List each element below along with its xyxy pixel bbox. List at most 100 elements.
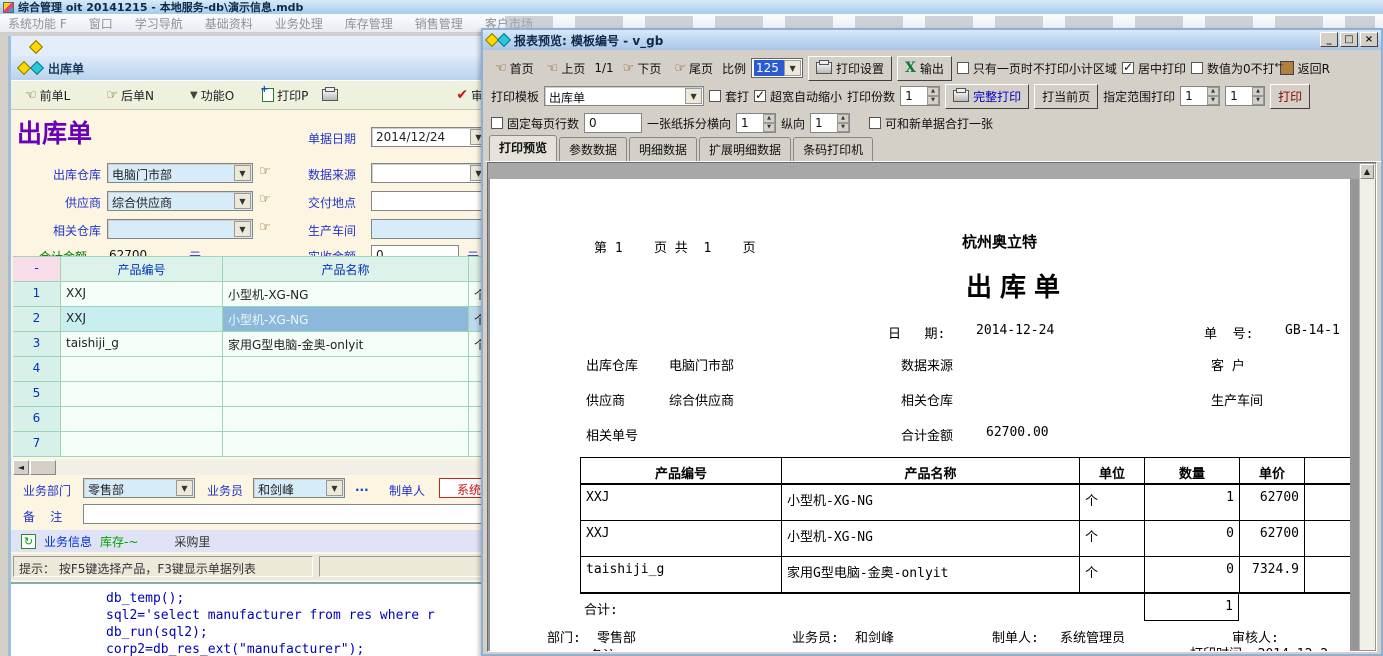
business-info-link[interactable]: 业务信息 — [44, 533, 92, 550]
preview-viewport[interactable]: 第 1 页 共 1 页 杭州奥立特 出库单 日 期: 2014-12-24 单 … — [487, 162, 1377, 652]
refresh-icon[interactable]: ↻ — [21, 534, 36, 549]
cell-name[interactable] — [223, 432, 469, 457]
scale-select[interactable]: 125 ▼ — [751, 58, 803, 78]
grid-row-5[interactable]: 5 — [13, 382, 523, 407]
tab-print-preview[interactable]: 打印预览 — [489, 135, 557, 161]
checkbox-icon[interactable] — [491, 117, 503, 129]
menu-window[interactable]: 窗口 — [89, 15, 113, 32]
scroll-left-arrow-icon[interactable]: ◄ — [13, 460, 29, 475]
spin-down-icon[interactable]: ▼ — [1252, 96, 1264, 105]
grid-col-rownum[interactable]: - — [13, 256, 61, 282]
spin-up-icon[interactable]: ▲ — [837, 114, 849, 123]
grid-row-2-selected[interactable]: 2 XXJ 小型机-XG-NG 个 — [13, 307, 523, 332]
grid-row-7[interactable]: 7 — [13, 432, 523, 457]
copies-stepper[interactable]: 1▲▼ — [900, 86, 940, 106]
spin-down-icon[interactable]: ▼ — [927, 96, 939, 105]
maximize-button[interactable]: □ — [1340, 32, 1358, 47]
cell-code[interactable]: XXJ — [61, 282, 223, 307]
next-doc-button[interactable]: ☞ 后单N — [102, 85, 158, 106]
rel-wh-select[interactable]: ▼ — [107, 219, 253, 239]
dropdown-arrow-icon[interactable]: ▼ — [784, 60, 801, 76]
fixed-rows-option[interactable]: 固定每页行数 — [491, 115, 579, 132]
menu-system[interactable]: 系统功能 F — [8, 15, 67, 32]
prev-doc-button[interactable]: ☜ 前单L — [21, 85, 74, 106]
scroll-up-arrow-icon[interactable]: ▲ — [1360, 164, 1374, 179]
cell-name[interactable] — [223, 357, 469, 382]
auto-shrink-option[interactable]: 超宽自动缩小 — [754, 88, 842, 105]
script-code-panel[interactable]: db_temp(); sql2='select manufacturer fro… — [11, 582, 523, 656]
dropdown-arrow-icon[interactable]: ▼ — [234, 221, 251, 237]
checkbox-icon[interactable] — [869, 117, 881, 129]
full-print-button[interactable]: 完整打印 — [945, 84, 1029, 109]
tab-extended-detail-data[interactable]: 扩展明细数据 — [699, 137, 791, 161]
no-subtotal-option[interactable]: 只有一页时不打印小计区域 — [957, 60, 1117, 77]
export-button[interactable]: X输出 — [897, 56, 952, 81]
dropdown-arrow-icon[interactable]: ▼ — [234, 165, 251, 181]
cell-name[interactable] — [223, 407, 469, 432]
dropdown-arrow-icon[interactable]: ▼ — [685, 88, 702, 104]
hand-pointer-icon[interactable]: ☞ — [259, 192, 271, 207]
print-current-page-button[interactable]: 打当前页 — [1034, 84, 1098, 109]
spin-down-icon[interactable]: ▼ — [837, 123, 849, 132]
grid-row-1[interactable]: 1 XXJ 小型机-XG-NG 个 — [13, 282, 523, 307]
next-page-button[interactable]: ☞下页 — [619, 58, 666, 79]
prev-page-button[interactable]: ☜上页 — [543, 58, 590, 79]
out-wh-select[interactable]: 电脑门市部 ▼ — [107, 163, 253, 183]
spin-down-icon[interactable]: ▼ — [763, 123, 775, 132]
spin-up-icon[interactable]: ▲ — [763, 114, 775, 123]
print-setup-button[interactable]: 打印设置 — [808, 56, 892, 81]
grid-col-name[interactable]: 产品名称 — [223, 256, 469, 282]
grid-row-4[interactable]: 4 — [13, 357, 523, 382]
dropdown-arrow-icon[interactable]: ▼ — [176, 480, 193, 496]
merge-new-option[interactable]: 可和新单据合打一张 — [869, 115, 993, 132]
spin-up-icon[interactable]: ▲ — [1207, 87, 1219, 96]
cell-name[interactable]: 小型机-XG-NG — [223, 282, 469, 307]
cell-code[interactable] — [61, 432, 223, 457]
cell-code[interactable]: taishiji_g — [61, 332, 223, 357]
grid-row-3[interactable]: 3 taishiji_g 家用G型电脑-金奥-onlyit 个 — [13, 332, 523, 357]
cell-code[interactable] — [61, 407, 223, 432]
cell-name[interactable] — [223, 382, 469, 407]
grid-col-code[interactable]: 产品编号 — [61, 256, 223, 282]
first-page-button[interactable]: ☜首页 — [491, 58, 538, 79]
cell-code[interactable]: XXJ — [61, 307, 223, 332]
spin-down-icon[interactable]: ▼ — [1207, 96, 1219, 105]
menu-learn[interactable]: 学习导航 — [135, 15, 183, 32]
split-h-stepper[interactable]: 1▲▼ — [736, 113, 776, 133]
doc-date-select[interactable]: 2014/12/24 ▼ — [371, 127, 489, 147]
hand-pointer-icon[interactable]: ☞ — [259, 220, 271, 235]
cell-name[interactable]: 小型机-XG-NG — [223, 307, 469, 332]
center-print-option[interactable]: 居中打印 — [1122, 60, 1186, 77]
printer-quick-button[interactable] — [318, 87, 342, 103]
print-button[interactable]: 打印P — [258, 85, 312, 106]
preview-vertical-scrollbar[interactable]: ▲ — [1359, 164, 1375, 650]
salesman-select[interactable]: 和剑峰 ▼ — [253, 478, 345, 498]
hand-pointer-icon[interactable]: ☞ — [259, 164, 271, 179]
last-page-button[interactable]: ☞尾页 — [670, 58, 717, 79]
checkbox-icon[interactable] — [957, 62, 969, 74]
tab-parameter-data[interactable]: 参数数据 — [559, 137, 627, 161]
range-to-stepper[interactable]: 1▲▼ — [1225, 86, 1265, 106]
menu-business[interactable]: 业务处理 — [275, 15, 323, 32]
spin-up-icon[interactable]: ▲ — [1252, 87, 1264, 96]
template-select[interactable]: 出库单 ▼ — [544, 86, 704, 106]
dropdown-arrow-icon[interactable]: ▼ — [234, 193, 251, 209]
more-button[interactable]: ... — [355, 480, 369, 494]
fixed-rows-input[interactable]: 0 — [584, 113, 642, 133]
functions-button[interactable]: ▼ 功能O — [186, 85, 238, 106]
menu-sales[interactable]: 销售管理 — [415, 15, 463, 32]
cell-code[interactable] — [61, 382, 223, 407]
cell-code[interactable] — [61, 357, 223, 382]
close-button[interactable]: × — [1360, 32, 1378, 47]
menu-base-data[interactable]: 基础资料 — [205, 15, 253, 32]
checkbox-icon[interactable] — [1191, 62, 1203, 74]
skip-zero-option[interactable]: 数值为0不打 — [1191, 60, 1275, 77]
scrollbar-thumb[interactable] — [30, 460, 56, 475]
tab-detail-data[interactable]: 明细数据 — [629, 137, 697, 161]
range-from-stepper[interactable]: 1▲▼ — [1180, 86, 1220, 106]
menu-inventory[interactable]: 库存管理 — [345, 15, 393, 32]
note-input[interactable] — [83, 504, 523, 524]
print-range-button[interactable]: 打印 — [1270, 84, 1310, 109]
back-button[interactable]: 返回R — [1280, 60, 1330, 77]
dropdown-arrow-icon[interactable]: ▼ — [326, 480, 343, 496]
